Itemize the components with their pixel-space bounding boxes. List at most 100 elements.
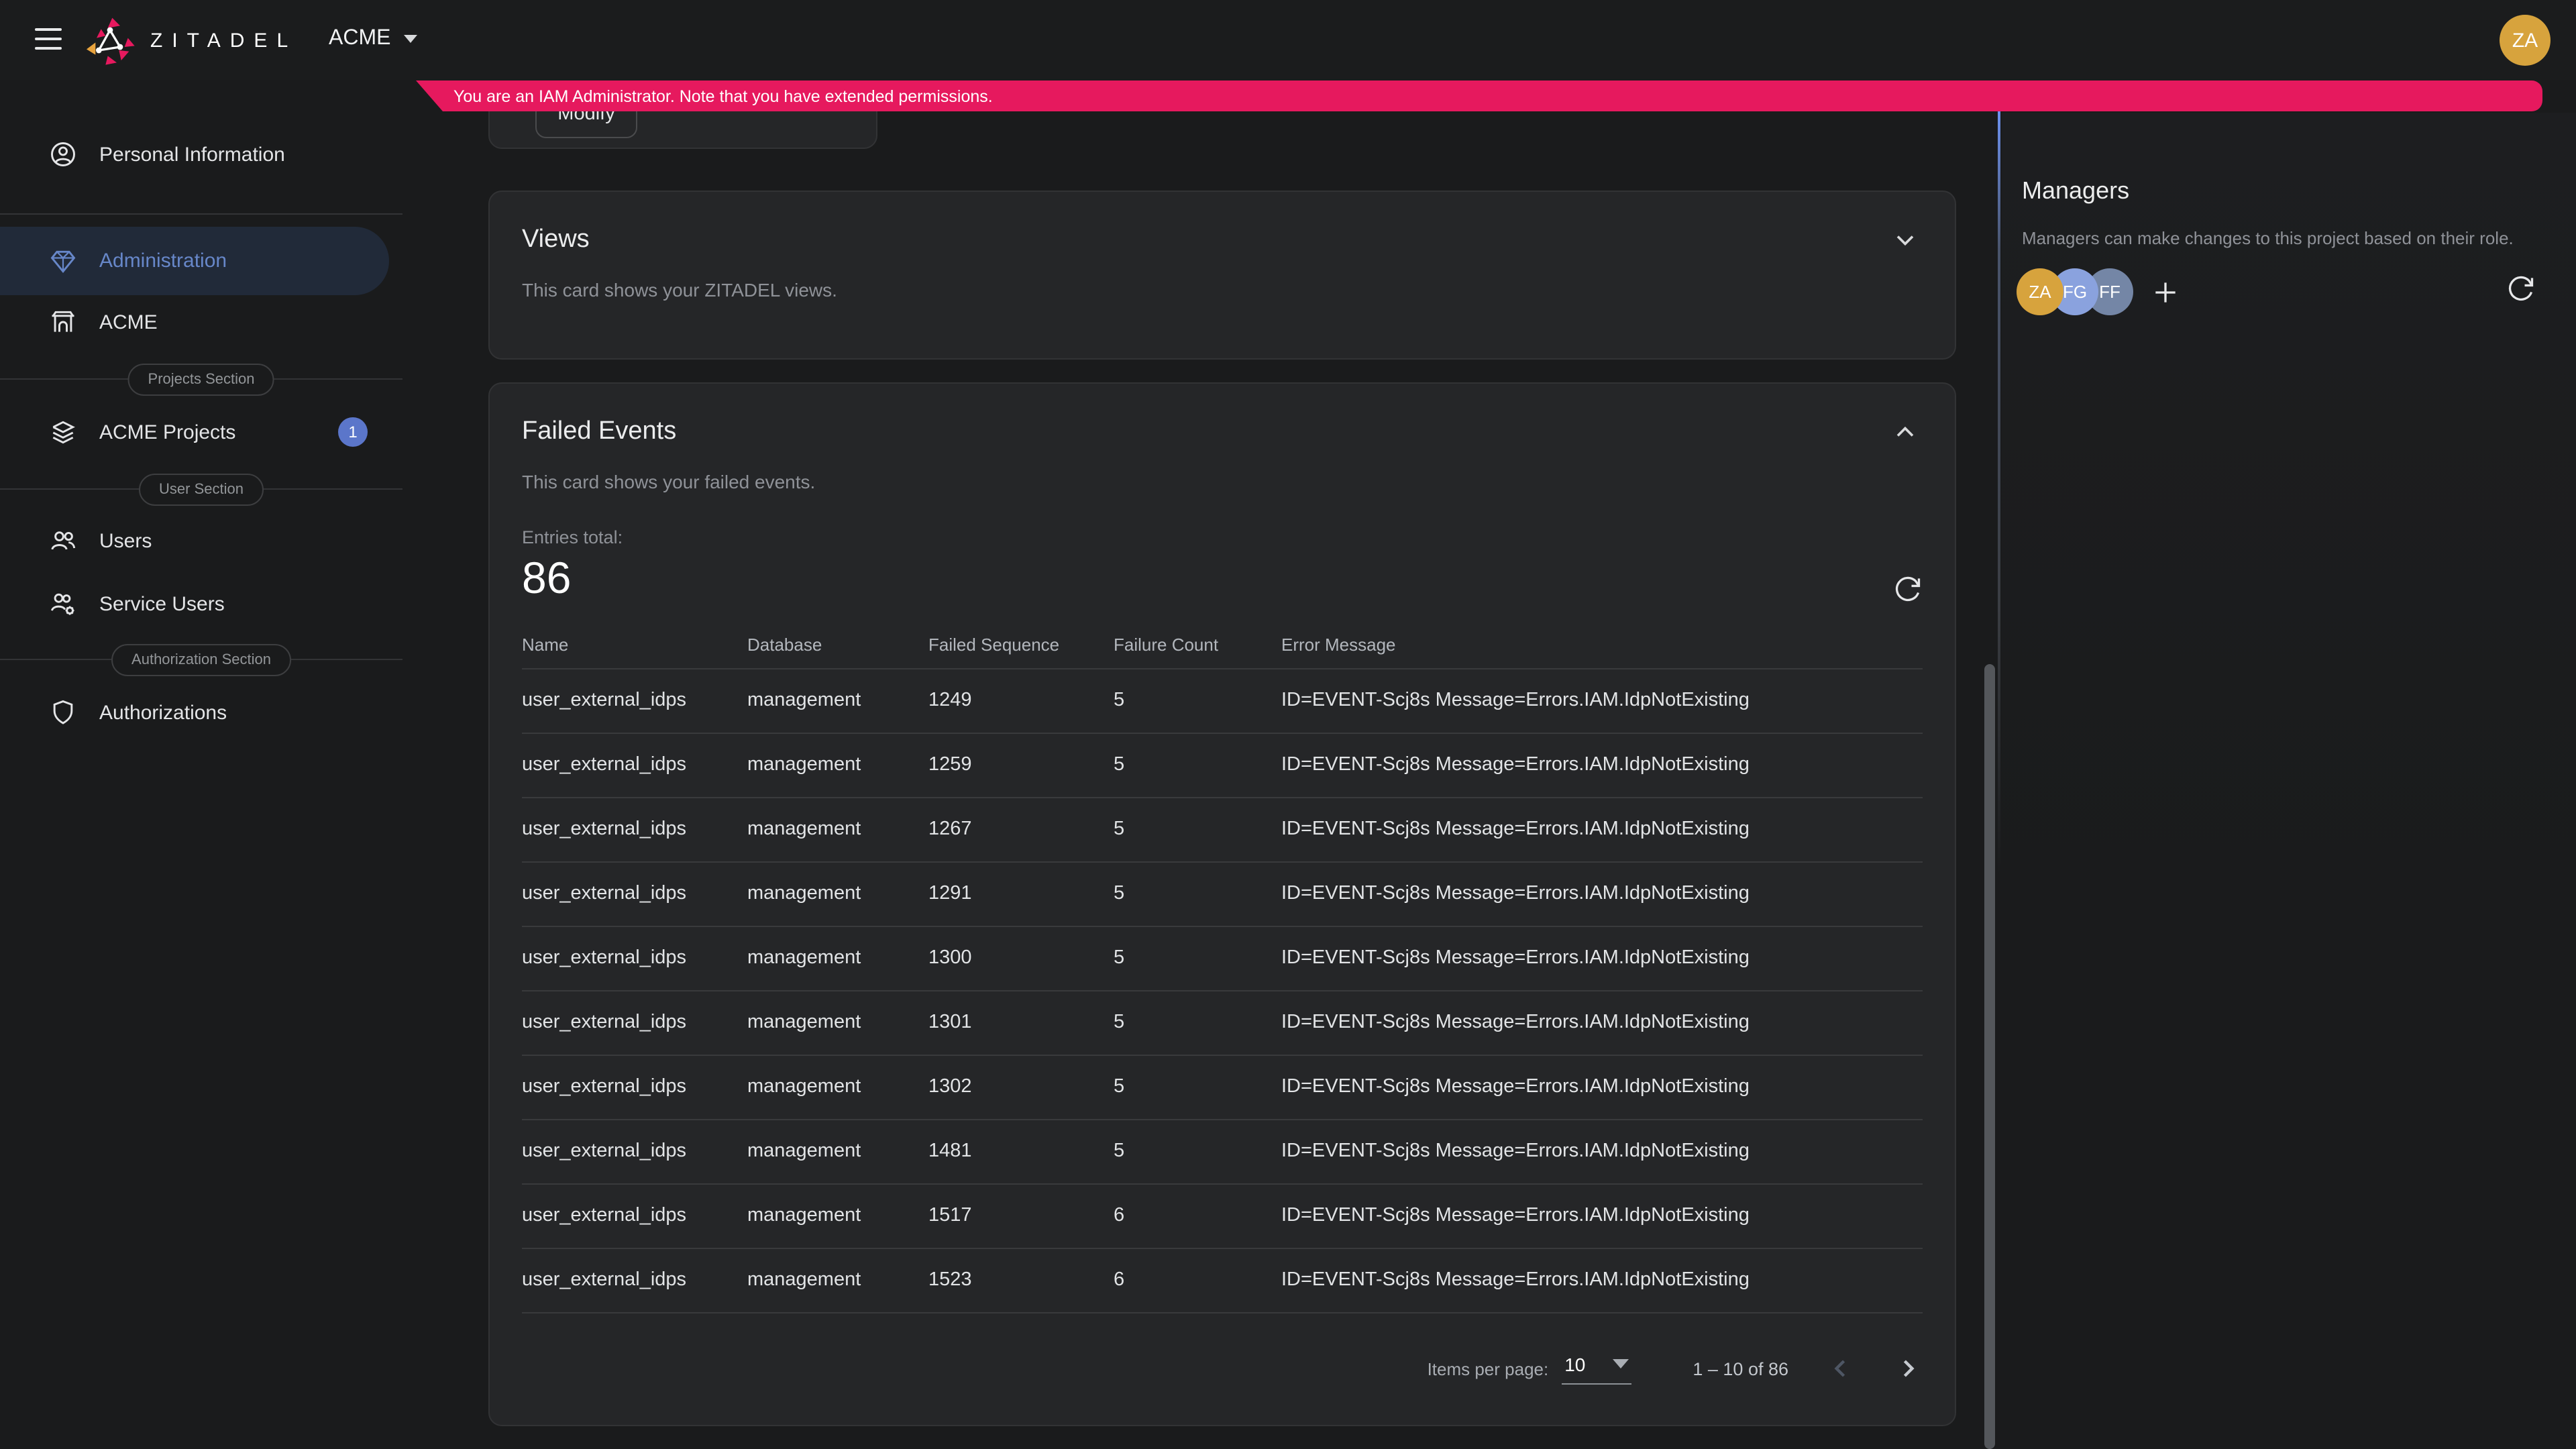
iam-admin-banner: You are an IAM Administrator. Note that … [443,80,2542,111]
refresh-icon[interactable] [2506,274,2536,303]
person-circle-icon [48,140,78,169]
sidebar-item-service-users[interactable]: Service Users [0,574,389,633]
user-avatar[interactable]: ZA [2500,15,2551,66]
hamburger-menu-icon[interactable] [35,28,62,50]
refresh-icon[interactable] [1893,574,1923,604]
table-cell-failure_count: 5 [1114,1055,1281,1119]
sidebar-item-acme-org[interactable]: ACME [0,292,389,352]
column-header: Error Message [1281,623,1923,668]
table-cell-error_message: ID=EVENT-Scj8s Message=Errors.IAM.IdpNot… [1281,1119,1923,1183]
table-cell-error_message: ID=EVENT-Scj8s Message=Errors.IAM.IdpNot… [1281,1248,1923,1312]
zitadel-console: ZITADEL ACME ZA Personal Information [0,0,2576,1449]
sidebar-item-label: Personal Information [99,143,285,166]
select-caret-icon [1612,1359,1628,1368]
users-icon [48,526,78,555]
table-cell-name: user_external_idps [522,861,747,926]
table-row[interactable]: user_external_idpsmanagement15176ID=EVEN… [522,1183,1923,1248]
table-row[interactable]: user_external_idpsmanagement12675ID=EVEN… [522,797,1923,861]
table-cell-name: user_external_idps [522,1248,747,1312]
sidebar-item-personal-information[interactable]: Personal Information [0,125,389,184]
top-header: ZITADEL ACME ZA [0,0,2576,80]
table-row[interactable]: user_external_idpsmanagement12915ID=EVEN… [522,861,1923,926]
table-cell-name: user_external_idps [522,797,747,861]
table-row[interactable]: user_external_idpsmanagement13005ID=EVEN… [522,926,1923,990]
sidebar-divider [0,213,402,215]
sidebar-item-acme-projects[interactable]: ACME Projects 1 [0,402,389,462]
chevron-down-icon [404,35,417,43]
table-cell-failed_sequence: 1302 [928,1055,1114,1119]
table-cell-database: management [747,1183,928,1248]
column-header: Failed Sequence [928,623,1114,668]
sidebar-item-authorizations[interactable]: Authorizations [0,683,389,742]
items-per-page-select[interactable]: 10 [1562,1353,1631,1384]
table-cell-name: user_external_idps [522,926,747,990]
views-card-title: Views [522,225,590,255]
table-row[interactable]: user_external_idpsmanagement14815ID=EVEN… [522,1119,1923,1183]
table-cell-database: management [747,797,928,861]
table-cell-name: user_external_idps [522,668,747,733]
managers-panel: Managers Managers can make changes to th… [2002,113,2576,1449]
table-cell-database: management [747,990,928,1055]
table-cell-database: management [747,1119,928,1183]
sidebar-section-projects: Projects Section [0,378,402,380]
add-manager-button[interactable] [2151,277,2180,307]
table-row[interactable]: user_external_idpsmanagement12595ID=EVEN… [522,733,1923,797]
table-row[interactable]: user_external_idpsmanagement12495ID=EVEN… [522,668,1923,733]
section-pill-label: Authorization Section [111,644,291,676]
table-cell-failure_count: 5 [1114,990,1281,1055]
logo-wordmark: ZITADEL [150,30,297,52]
shield-icon [48,698,78,727]
entries-total-label: Entries total: [522,527,623,547]
table-cell-failure_count: 6 [1114,1183,1281,1248]
column-header: Name [522,623,747,668]
section-pill-label: User Section [139,474,264,506]
table-cell-error_message: ID=EVENT-Scj8s Message=Errors.IAM.IdpNot… [1281,1183,1923,1248]
sidebar-item-label: ACME Projects [99,421,235,443]
collapse-chevron-up-icon[interactable] [1890,416,1923,448]
managers-description: Managers can make changes to this projec… [2022,228,2514,248]
table-cell-name: user_external_idps [522,990,747,1055]
sidebar-section-authorization: Authorization Section [0,659,402,660]
failed-events-description: This card shows your failed events. [522,471,1923,492]
previous-page-button[interactable] [1826,1354,1856,1383]
layers-icon [48,417,78,447]
banner-text: You are an IAM Administrator. Note that … [443,87,993,105]
table-cell-error_message: ID=EVENT-Scj8s Message=Errors.IAM.IdpNot… [1281,861,1923,926]
table-cell-error_message: ID=EVENT-Scj8s Message=Errors.IAM.IdpNot… [1281,733,1923,797]
service-users-gear-icon [48,589,78,619]
org-switcher[interactable]: ACME [329,27,417,51]
table-cell-failed_sequence: 1267 [928,797,1114,861]
sidebar-item-users[interactable]: Users [0,511,389,570]
next-page-button[interactable] [1893,1354,1923,1383]
table-row[interactable]: user_external_idpsmanagement13015ID=EVEN… [522,990,1923,1055]
sidebar-item-administration[interactable]: Administration [0,227,389,295]
table-cell-database: management [747,733,928,797]
table-row[interactable]: user_external_idpsmanagement13025ID=EVEN… [522,1055,1923,1119]
table-cell-database: management [747,1055,928,1119]
building-arch-icon [48,307,78,337]
views-card-description: This card shows your ZITADEL views. [522,279,1923,301]
managers-title: Managers [2022,177,2129,205]
managers-avatar-group: ZAFGFF [2017,268,2121,315]
table-cell-failure_count: 5 [1114,926,1281,990]
table-cell-failure_count: 5 [1114,668,1281,733]
failed-events-card: Failed Events This card shows your faile… [488,382,1956,1426]
table-cell-failed_sequence: 1259 [928,733,1114,797]
panel-divider [1998,111,2000,876]
table-row[interactable]: user_external_idpsmanagement15236ID=EVEN… [522,1248,1923,1312]
sidebar-item-label: Users [99,529,152,552]
table-cell-error_message: ID=EVENT-Scj8s Message=Errors.IAM.IdpNot… [1281,990,1923,1055]
entries-total-value: 86 [522,553,623,604]
gem-icon [48,246,78,276]
page-range: 1 – 10 of 86 [1693,1358,1788,1379]
collapse-chevron-down-icon[interactable] [1890,224,1923,256]
items-per-page-value: 10 [1564,1353,1585,1375]
table-cell-failed_sequence: 1517 [928,1183,1114,1248]
failed-events-title: Failed Events [522,417,676,447]
column-header: Failure Count [1114,623,1281,668]
sidebar-section-user: User Section [0,488,402,490]
scrollbar-thumb[interactable] [1984,664,1995,1449]
table-cell-failure_count: 5 [1114,733,1281,797]
manager-avatar[interactable]: ZA [2017,268,2063,315]
table-cell-database: management [747,926,928,990]
